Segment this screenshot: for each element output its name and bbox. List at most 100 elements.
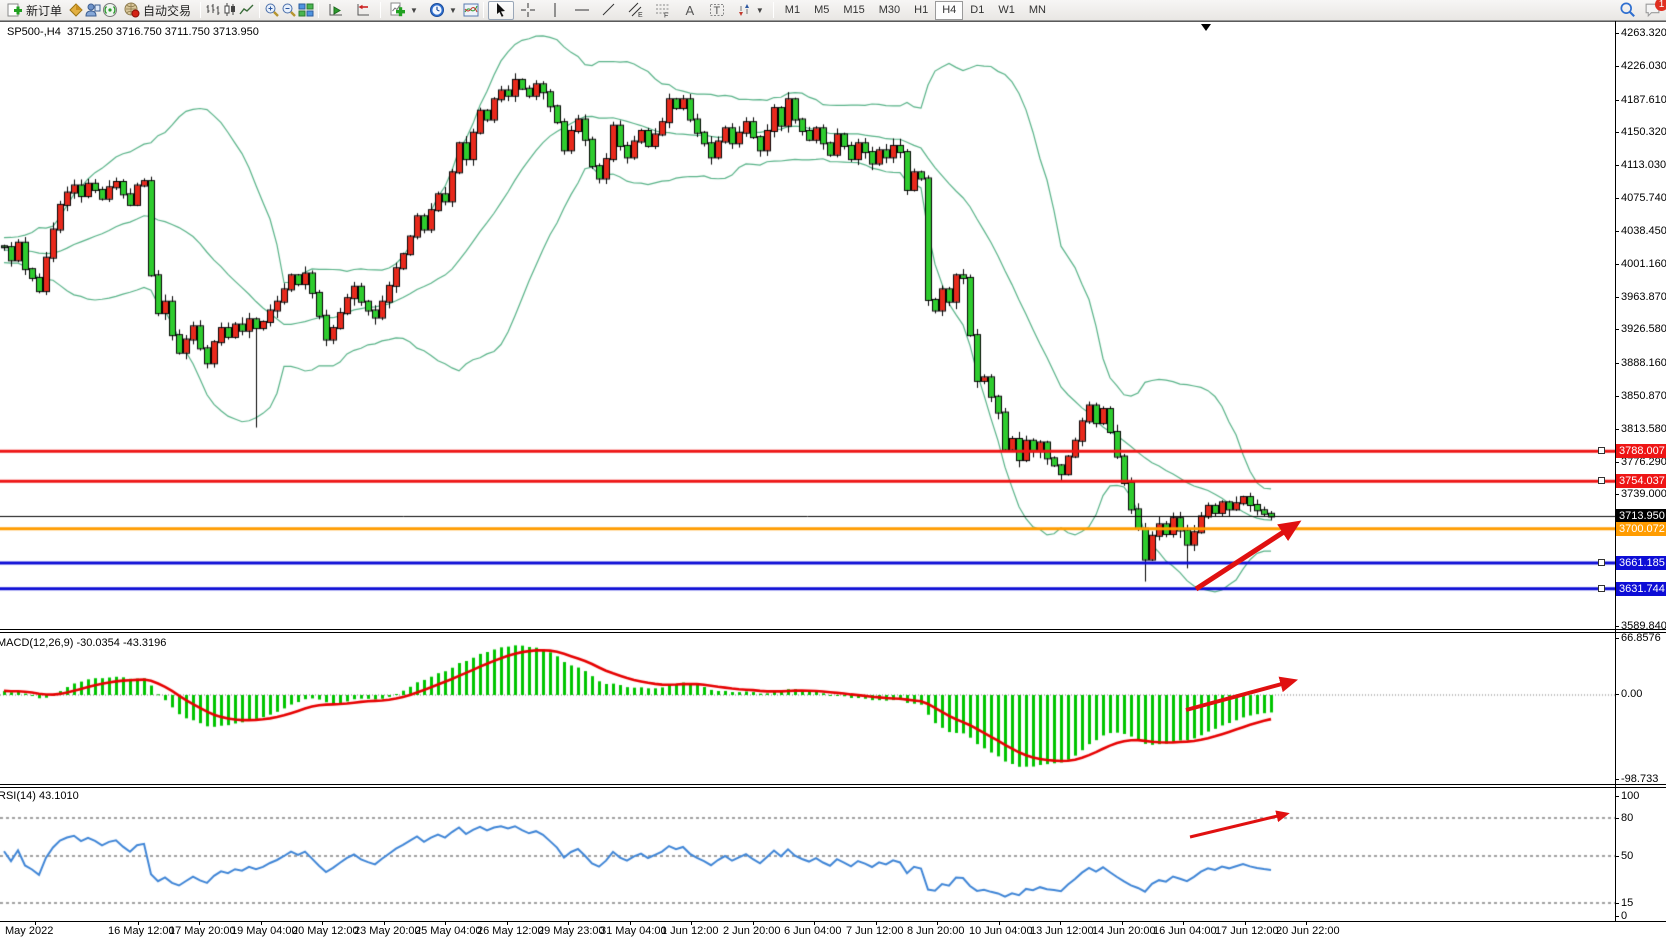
price-level-label[interactable]: 3661.185 (1616, 556, 1666, 570)
chart-shift-button[interactable] (350, 1, 376, 20)
cursor-tool-button[interactable] (488, 1, 514, 20)
indicator-tick-mark (1615, 903, 1619, 904)
indicator-tick-mark (1615, 796, 1619, 797)
line-chart-type-icon[interactable] (239, 2, 255, 18)
bar-chart-type-icon[interactable] (205, 2, 221, 18)
macd-panel-canvas[interactable] (0, 633, 1615, 784)
cursor-icon (493, 2, 509, 18)
time-axis-label: 16 May 12:00 (108, 925, 175, 937)
price-tick-mark (1615, 462, 1619, 463)
price-level-label[interactable]: 3788.007 (1616, 444, 1666, 458)
level-line-handle[interactable] (1598, 559, 1605, 566)
channel-icon: E (628, 2, 644, 18)
time-tick-mark (1060, 921, 1061, 925)
search-icon[interactable] (1619, 1, 1636, 18)
tile-windows-icon[interactable] (298, 2, 314, 18)
trendline-icon (601, 2, 617, 18)
price-tick-label: 3888.160 (1621, 357, 1666, 369)
timeframe-d1[interactable]: D1 (963, 1, 991, 20)
panel-separator[interactable] (0, 784, 1666, 785)
rsi-panel-canvas[interactable] (0, 788, 1615, 921)
time-axis-label: 10 Jun 04:00 (969, 925, 1033, 937)
auto-trading-button[interactable]: 自动交易 (119, 1, 196, 20)
periods-button[interactable]: ▼ (424, 1, 462, 20)
timeframe-m15[interactable]: M15 (836, 1, 871, 20)
zoom-in-icon[interactable] (264, 2, 280, 18)
trading-platform-window: 新订单 自动交易 ▼ ▼ (0, 0, 1666, 940)
market-watch-icon[interactable] (68, 2, 84, 18)
timeframe-h4[interactable]: H4 (935, 1, 963, 20)
level-line-handle[interactable] (1598, 585, 1605, 592)
time-axis-label: 6 Jun 04:00 (784, 925, 842, 937)
timeframe-m30[interactable]: M30 (872, 1, 907, 20)
price-tick-label: 3926.580 (1621, 323, 1666, 335)
text-icon: A (682, 2, 698, 18)
chart-area: SP500-,H4 3715.250 3716.750 3711.750 371… (0, 21, 1666, 940)
templates-icon[interactable] (463, 2, 479, 18)
level-line-handle[interactable] (1598, 447, 1605, 454)
signals-icon[interactable] (102, 2, 118, 18)
price-tick-label: 3589.840 (1621, 620, 1666, 632)
price-level-label[interactable]: 3631.744 (1616, 582, 1666, 596)
timeframe-w1[interactable]: W1 (991, 1, 1022, 20)
time-tick-mark (261, 921, 262, 925)
trendline-tool[interactable] (596, 1, 622, 20)
price-axis-border (1615, 21, 1616, 922)
price-tick-label: 3963.870 (1621, 291, 1666, 303)
chevron-down-icon: ▼ (449, 6, 457, 15)
price-tick-label: 3739.000 (1621, 488, 1666, 500)
time-axis-label: 17 Jun 12:00 (1215, 925, 1279, 937)
vertical-line-tool[interactable] (542, 1, 568, 20)
panel-separator[interactable] (0, 629, 1666, 630)
price-tick-mark (1615, 264, 1619, 265)
time-axis-label: 25 May 04:00 (415, 925, 482, 937)
arrow-objects-icon (736, 2, 752, 18)
panel-separator[interactable] (0, 632, 1666, 633)
text-tool[interactable]: A (677, 1, 703, 20)
crosshair-icon (520, 2, 536, 18)
price-tick-mark (1615, 329, 1619, 330)
fibonacci-tool[interactable]: F (650, 1, 676, 20)
timeframe-h1[interactable]: H1 (907, 1, 935, 20)
price-tick-mark (1615, 132, 1619, 133)
text-label-icon: T (709, 2, 725, 18)
timeframe-m1[interactable]: M1 (778, 1, 807, 20)
zoom-out-icon[interactable] (281, 2, 297, 18)
time-axis-label: 13 Jun 12:00 (1030, 925, 1094, 937)
time-axis-label: 17 May 20:00 (169, 925, 236, 937)
horizontal-line-tool[interactable] (569, 1, 595, 20)
candlestick-type-icon[interactable] (222, 2, 238, 18)
toolbar-right-group: 1 (1619, 1, 1662, 18)
price-chart-canvas[interactable] (0, 22, 1615, 629)
level-line-handle[interactable] (1598, 477, 1605, 484)
timeframe-mn[interactable]: MN (1022, 1, 1053, 20)
text-label-tool[interactable]: T (704, 1, 730, 20)
svg-text:T: T (713, 5, 720, 17)
time-axis-label: 29 May 23:00 (538, 925, 605, 937)
auto-scroll-button[interactable] (323, 1, 349, 20)
new-order-button[interactable]: 新订单 (2, 1, 67, 20)
panel-separator[interactable] (0, 787, 1666, 788)
time-tick-mark (384, 921, 385, 925)
price-tick-mark (1615, 363, 1619, 364)
chevron-down-icon: ▼ (410, 6, 418, 15)
chart-shift-marker[interactable] (1201, 24, 1211, 31)
arrows-tool-button[interactable]: ▼ (731, 1, 769, 20)
timeframe-m5[interactable]: M5 (807, 1, 836, 20)
time-axis-label: 26 May 12:00 (477, 925, 544, 937)
rsi-indicator-label: RSI(14) 43.1010 (0, 790, 79, 802)
notifications-button[interactable]: 1 (1644, 2, 1662, 18)
toolbar-separator (200, 2, 201, 18)
toolbar-separator (380, 2, 381, 18)
time-tick-mark (322, 921, 323, 925)
price-tick-mark (1615, 100, 1619, 101)
accounts-icon[interactable] (85, 2, 101, 18)
auto-trading-label: 自动交易 (143, 2, 191, 19)
time-axis-label: 20 Jun 22:00 (1276, 925, 1340, 937)
price-level-label[interactable]: 3754.037 (1616, 474, 1666, 488)
equidistant-channel-tool[interactable]: E (623, 1, 649, 20)
crosshair-tool-button[interactable] (515, 1, 541, 20)
indicator-scale-label: 50 (1621, 850, 1633, 862)
indicators-button[interactable]: ▼ (385, 1, 423, 20)
price-level-label[interactable]: 3700.072 (1616, 522, 1666, 536)
